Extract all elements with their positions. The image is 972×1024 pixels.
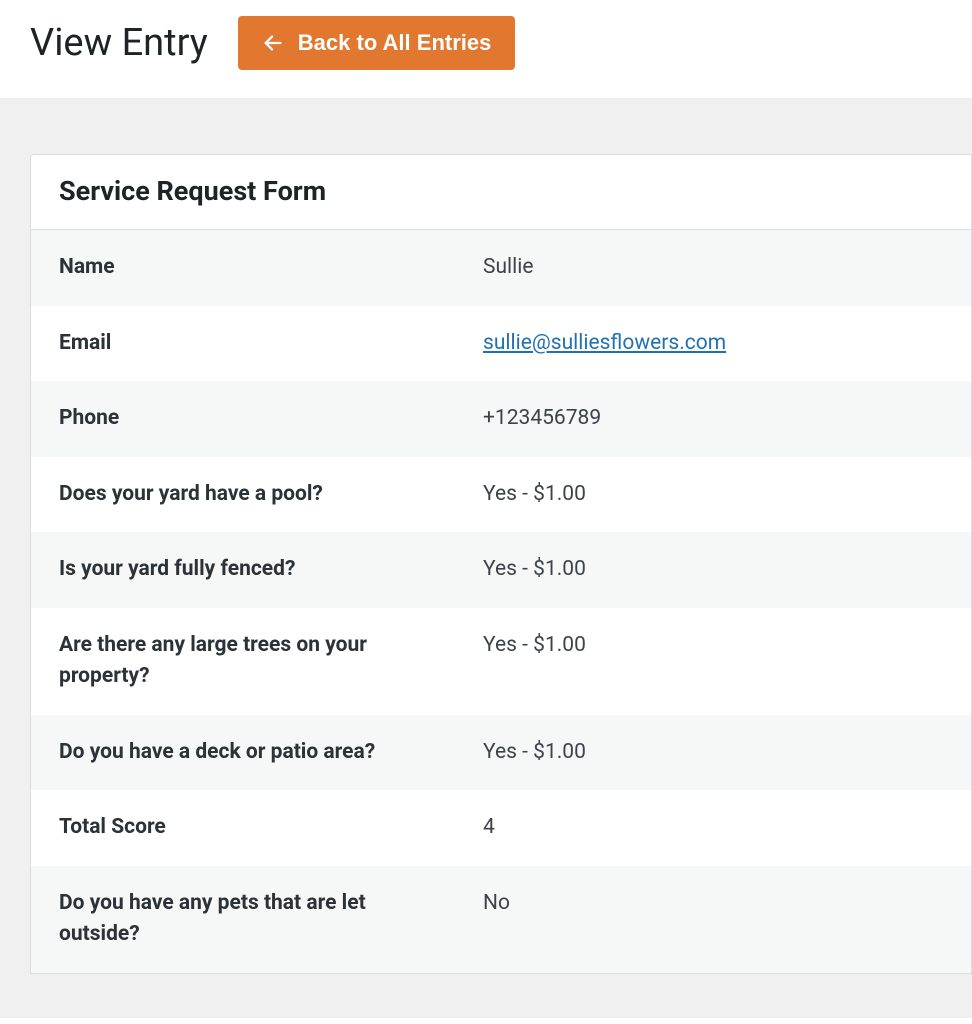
table-row: Do you have a deck or patio area? Yes - … [31, 715, 971, 791]
back-button-label: Back to All Entries [298, 30, 492, 56]
field-label-deck: Do you have a deck or patio area? [31, 715, 459, 791]
page-title: View Entry [30, 21, 208, 65]
table-row: Total Score 4 [31, 790, 971, 866]
field-value-total-score: 4 [459, 790, 971, 866]
email-link[interactable]: sullie@sulliesflowers.com [483, 331, 726, 355]
field-label-email: Email [31, 306, 459, 382]
card-header: Service Request Form [31, 155, 971, 230]
field-value-trees: Yes - $1.00 [459, 608, 971, 684]
back-to-entries-button[interactable]: Back to All Entries [238, 16, 516, 70]
field-label-phone: Phone [31, 381, 459, 457]
field-label-trees: Are there any large trees on your proper… [31, 608, 459, 715]
card-title: Service Request Form [59, 175, 943, 207]
table-row: Does your yard have a pool? Yes - $1.00 [31, 457, 971, 533]
field-label-fenced: Is your yard fully fenced? [31, 532, 459, 608]
field-value-pool: Yes - $1.00 [459, 457, 971, 533]
field-value-pets: No [459, 866, 971, 942]
field-value-name: Sullie [459, 230, 971, 306]
field-value-fenced: Yes - $1.00 [459, 532, 971, 608]
entry-card: Service Request Form Name Sullie Email s… [30, 154, 972, 974]
content-area: Service Request Form Name Sullie Email s… [0, 98, 972, 1018]
field-label-pets: Do you have any pets that are let outsid… [31, 866, 459, 973]
field-value-email: sullie@sulliesflowers.com [459, 306, 971, 382]
table-row: Is your yard fully fenced? Yes - $1.00 [31, 532, 971, 608]
page-header: View Entry Back to All Entries [0, 0, 972, 98]
entry-table: Name Sullie Email sullie@sulliesflowers.… [31, 230, 971, 973]
table-row: Do you have any pets that are let outsid… [31, 866, 971, 973]
field-value-deck: Yes - $1.00 [459, 715, 971, 791]
field-value-phone: +123456789 [459, 381, 971, 457]
table-row: Email sullie@sulliesflowers.com [31, 306, 971, 382]
field-label-name: Name [31, 230, 459, 306]
table-row: Name Sullie [31, 230, 971, 306]
arrow-left-icon [262, 32, 284, 54]
table-row: Phone +123456789 [31, 381, 971, 457]
field-label-total-score: Total Score [31, 790, 459, 866]
field-label-pool: Does your yard have a pool? [31, 457, 459, 533]
table-row: Are there any large trees on your proper… [31, 608, 971, 715]
